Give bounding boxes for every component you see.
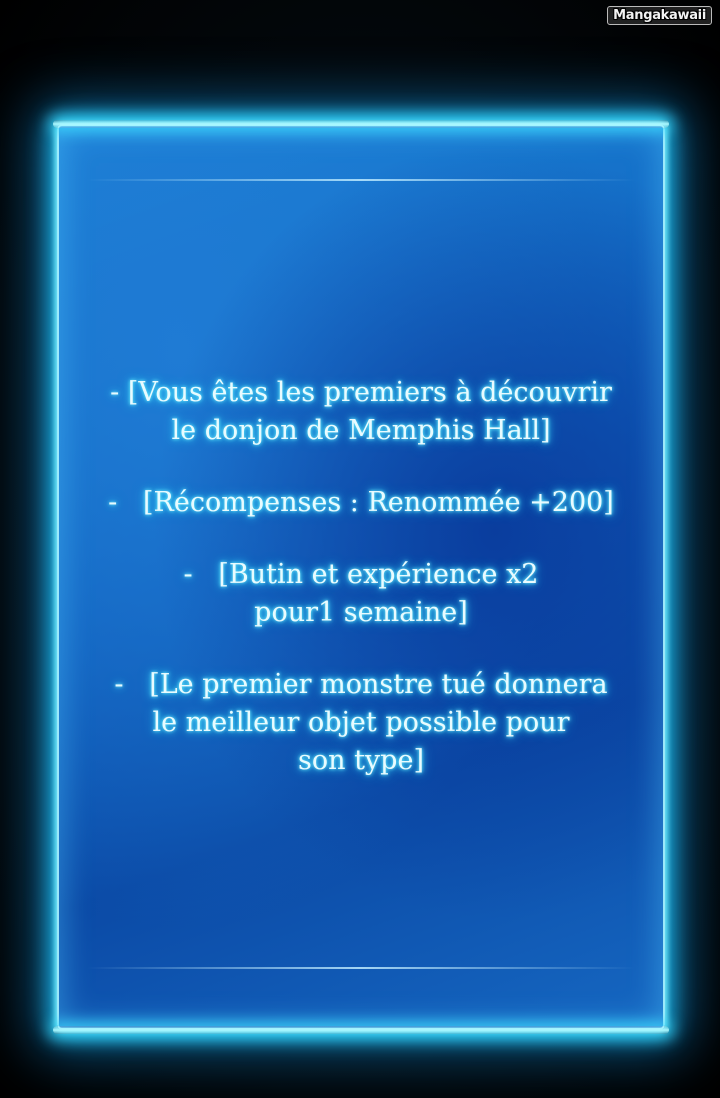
message-line: - [Récompenses : Renommée +200] (108, 487, 614, 518)
message-first-kill: - [Le premier monstre tué donnera le mei… (57, 666, 665, 780)
message-line: - [Le premier monstre tué donnera (114, 669, 608, 700)
message-line: pour1 semaine] (254, 597, 468, 628)
message-line: le meilleur objet possible pour (152, 707, 570, 738)
message-line: - [Butin et expérience x2 (183, 559, 539, 590)
panel-bottom-edge (53, 1026, 669, 1034)
message-rewards: - [Récompenses : Renommée +200] (57, 484, 665, 522)
top-divider (87, 179, 635, 181)
message-discovery: - [Vous êtes les premiers à découvrir le… (57, 374, 665, 450)
watermark-logo: Mangakawaii (607, 6, 712, 25)
bottom-divider (87, 967, 635, 969)
page: Mangakawaii - [Vous êtes les premiers à … (0, 0, 720, 1098)
system-message-panel: - [Vous êtes les premiers à découvrir le… (53, 120, 669, 1034)
message-line: son type] (298, 745, 424, 776)
message-line: - [Vous êtes les premiers à découvrir (110, 377, 612, 408)
panel-top-edge (53, 120, 669, 128)
message-loot-bonus: - [Butin et expérience x2 pour1 semaine] (57, 556, 665, 632)
message-list: - [Vous êtes les premiers à découvrir le… (57, 374, 665, 814)
message-line: le donjon de Memphis Hall] (171, 415, 551, 446)
